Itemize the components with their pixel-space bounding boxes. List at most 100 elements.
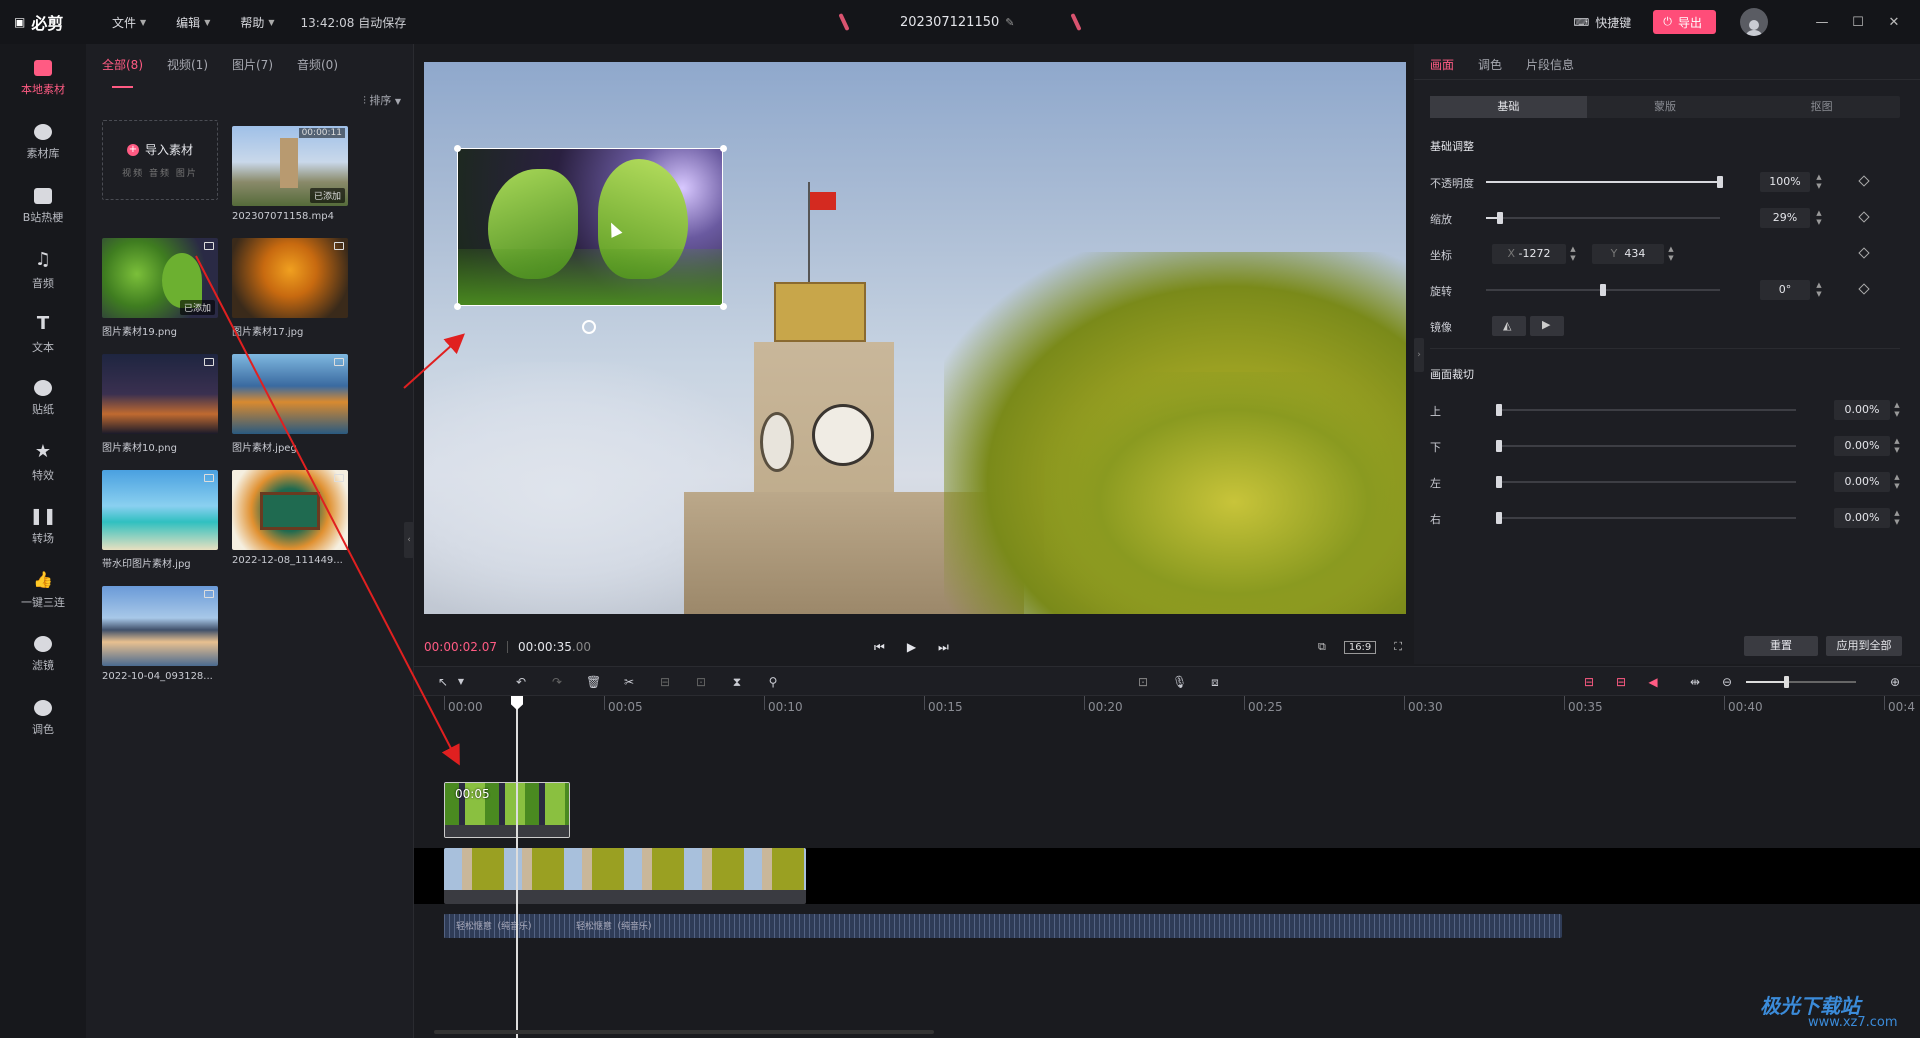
slider-knob[interactable] — [1600, 284, 1606, 296]
camera-icon[interactable]: ⧈ — [1208, 675, 1222, 689]
sort-button[interactable]: ⫶ 排序 ▼ — [363, 92, 401, 108]
media-item[interactable]: 2022-10-04_093128... — [102, 586, 218, 682]
overlay-image-selection[interactable] — [457, 148, 723, 306]
keyframe-icon[interactable] — [1858, 211, 1870, 223]
opacity-slider[interactable] — [1486, 176, 1723, 188]
slider-knob[interactable] — [1496, 440, 1502, 452]
sidebar-item-stickers[interactable]: 贴纸 — [0, 366, 86, 430]
crop-icon[interactable]: ⧉ — [1318, 640, 1326, 654]
tab-picture[interactable]: 画面 — [1430, 56, 1454, 79]
menu-edit[interactable]: 编辑 ▼ — [176, 14, 210, 31]
sidebar-item-transitions[interactable]: ❚❚ 转场 — [0, 494, 86, 558]
slider-knob[interactable] — [1496, 512, 1502, 524]
tab-audio[interactable]: 音频(0) — [297, 56, 338, 80]
zoom-in-icon[interactable]: ⊕ — [1888, 675, 1902, 689]
overlay-clip[interactable]: 00:05 — [444, 782, 570, 838]
timeline-ruler[interactable]: 00:00 00:05 00:10 00:15 00:20 00:25 00:3… — [414, 696, 1920, 718]
aspect-ratio-button[interactable]: 16:9 — [1343, 640, 1377, 654]
props-collapse-handle[interactable]: › — [1414, 338, 1424, 372]
slider-knob[interactable] — [1717, 176, 1723, 188]
select-tool-icon[interactable]: ↖ — [436, 675, 450, 689]
crop-top-input[interactable]: 0.00% — [1834, 400, 1890, 420]
skip-back-icon[interactable]: ⏮ — [874, 640, 885, 655]
crop-right-slider[interactable] — [1496, 512, 1796, 524]
sidebar-item-filters[interactable]: 滤镜 — [0, 622, 86, 686]
sidebar-item-triple-like[interactable]: 👍 一键三连 — [0, 558, 86, 622]
close-icon[interactable]: ✕ — [1876, 15, 1912, 30]
crop-bottom-input[interactable]: 0.00% — [1834, 436, 1890, 456]
rotate-icon[interactable] — [582, 320, 596, 334]
segment-cutout[interactable]: 抠图 — [1743, 96, 1900, 118]
sidebar-item-library[interactable]: 素材库 — [0, 110, 86, 174]
marker-icon[interactable]: ⚲ — [766, 675, 780, 689]
crop-right-input[interactable]: 0.00% — [1834, 508, 1890, 528]
redo-icon[interactable]: ↷ — [550, 675, 564, 689]
main-video-clip[interactable] — [444, 848, 806, 904]
stepper-icon[interactable]: ▲ ▼ — [1666, 245, 1676, 263]
slider-knob[interactable] — [1496, 476, 1502, 488]
stepper-icon[interactable]: ▲ ▼ — [1892, 473, 1902, 491]
keyframe-icon[interactable] — [1858, 175, 1870, 187]
tab-clip-info[interactable]: 片段信息 — [1526, 56, 1574, 79]
export-button[interactable]: ⏻ 导出 — [1653, 10, 1716, 34]
link-track-icon[interactable]: ⊟ — [1582, 675, 1596, 689]
opacity-input[interactable]: 100% — [1760, 172, 1810, 192]
tab-all[interactable]: 全部(8) — [102, 56, 143, 88]
split-view-icon[interactable]: ⇹ — [1688, 675, 1702, 689]
media-item[interactable]: 图片素材.jpeg — [232, 354, 348, 454]
media-item[interactable]: 带水印图片素材.jpg — [102, 470, 218, 570]
reset-button[interactable]: 重置 — [1744, 636, 1818, 656]
resize-handle[interactable] — [720, 145, 727, 152]
project-title[interactable]: 202307121150 ✎ — [900, 15, 1014, 30]
tab-color[interactable]: 调色 — [1478, 56, 1502, 79]
shortcut-button[interactable]: ⌨ 快捷键 — [1573, 14, 1631, 31]
rotation-slider[interactable] — [1486, 284, 1720, 296]
microphone-icon[interactable]: 🎙 — [1172, 675, 1187, 689]
sidebar-item-audio[interactable]: ♫ 音频 — [0, 238, 86, 302]
crop-top-slider[interactable] — [1496, 404, 1796, 416]
segment-basic[interactable]: 基础 — [1430, 96, 1587, 118]
mute-icon[interactable]: ◀ — [1646, 675, 1660, 689]
menu-file[interactable]: 文件 ▼ — [112, 14, 146, 31]
trim-icon[interactable]: ⊟ — [658, 675, 672, 689]
resize-handle[interactable] — [454, 303, 461, 310]
minimize-icon[interactable]: — — [1804, 15, 1840, 30]
zoom-out-icon[interactable]: ⊖ — [1720, 675, 1734, 689]
audio-clip[interactable]: 轻松惬意（纯音乐） 轻松惬意（纯音乐） — [444, 914, 1562, 938]
position-x-input[interactable]: X -1272 — [1492, 244, 1566, 264]
scale-input[interactable]: 29% — [1760, 208, 1810, 228]
tab-images[interactable]: 图片(7) — [232, 56, 273, 80]
stepper-icon[interactable]: ▲ ▼ — [1814, 281, 1824, 299]
media-item[interactable]: 00:00:11 已添加 202307071158.mp4 — [232, 126, 348, 222]
fullscreen-icon[interactable]: ⛶ — [1394, 640, 1402, 654]
stepper-icon[interactable]: ▲ ▼ — [1814, 209, 1824, 227]
sidebar-item-text[interactable]: T 文本 — [0, 302, 86, 366]
snap-icon[interactable]: ⊟ — [1614, 675, 1628, 689]
import-media-button[interactable]: + 导入素材 视频 音频 图片 — [102, 120, 218, 200]
sidebar-item-color[interactable]: 调色 — [0, 686, 86, 750]
mirror-icon[interactable]: ⧗ — [730, 675, 744, 689]
crop-left-slider[interactable] — [1496, 476, 1796, 488]
edit-icon[interactable]: ✎ — [1005, 16, 1014, 29]
keyframe-icon[interactable] — [1858, 247, 1870, 259]
stepper-icon[interactable]: ▲ ▼ — [1892, 401, 1902, 419]
slider-knob[interactable] — [1497, 212, 1504, 224]
zoom-slider-knob[interactable] — [1784, 676, 1789, 688]
preview-canvas[interactable] — [424, 62, 1406, 614]
slider-knob[interactable] — [1496, 404, 1502, 416]
crop-left-input[interactable]: 0.00% — [1834, 472, 1890, 492]
resize-handle[interactable] — [454, 145, 461, 152]
delete-icon[interactable]: 🗑 — [586, 675, 601, 689]
tab-video[interactable]: 视频(1) — [167, 56, 208, 80]
crop-bottom-slider[interactable] — [1496, 440, 1796, 452]
sidebar-item-effects[interactable]: ★ 特效 — [0, 430, 86, 494]
playhead[interactable] — [511, 696, 523, 1038]
auto-caption-icon[interactable]: ⊡ — [1136, 675, 1150, 689]
avatar[interactable] — [1740, 8, 1768, 36]
keyframe-icon[interactable] — [1858, 283, 1870, 295]
stepper-icon[interactable]: ▲ ▼ — [1568, 245, 1578, 263]
menu-help[interactable]: 帮助 ▼ — [240, 14, 274, 31]
position-y-input[interactable]: Y 434 — [1592, 244, 1664, 264]
stepper-icon[interactable]: ▲ ▼ — [1892, 509, 1902, 527]
stepper-icon[interactable]: ▲ ▼ — [1892, 437, 1902, 455]
